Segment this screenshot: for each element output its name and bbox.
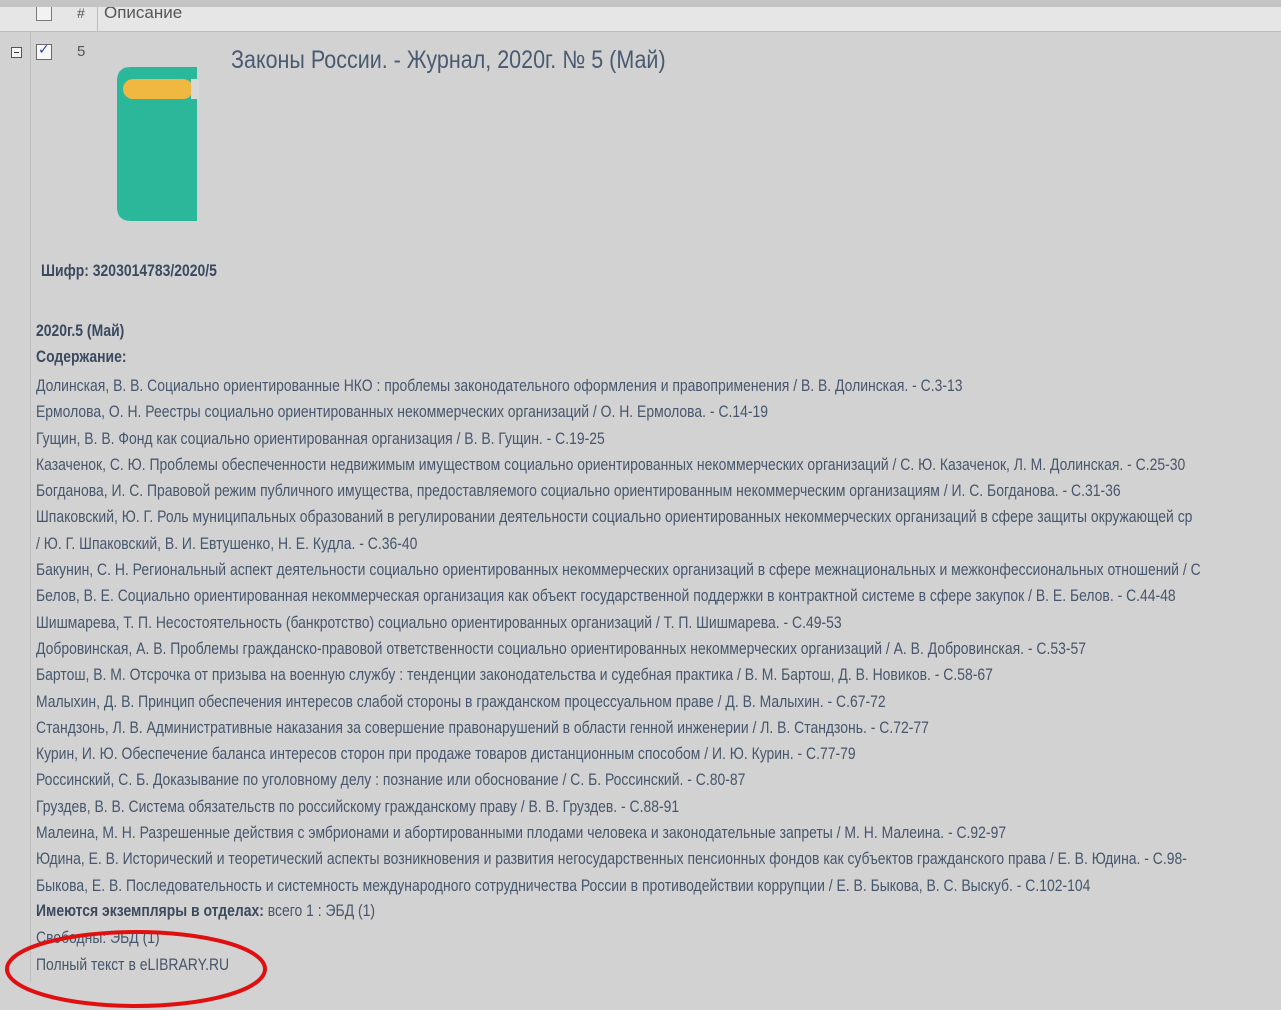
list-item: Курин, И. Ю. Обеспечение баланса интерес… (36, 744, 856, 764)
issue-label: 2020г.5 (Май) (36, 321, 125, 340)
table-header: # Описание (0, 7, 1281, 32)
contents-list: Долинская, В. В. Социально ориентированн… (36, 373, 1281, 899)
list-item: Шишмарева, Т. П. Несостоятельность (банк… (36, 612, 842, 632)
copies-value: всего 1 : ЭБД (1) (263, 901, 376, 920)
list-item: Добровинская, А. В. Проблемы гражданско-… (36, 638, 1086, 658)
list-item: Бакунин, С. Н. Региональный аспект деяте… (36, 560, 1201, 580)
list-item: Гущин, В. В. Фонд как социально ориентир… (36, 428, 605, 448)
record-number: 5 (77, 43, 86, 60)
select-all-checkbox[interactable] (36, 7, 52, 21)
list-item: Бартош, В. М. Отсрочка от призыва на вое… (36, 665, 993, 685)
list-item: Казаченок, С. Ю. Проблемы обеспеченности… (36, 454, 1186, 474)
record-title[interactable]: Законы России. - Журнал, 2020г. № 5 (Май… (231, 46, 666, 75)
availability-status: Свободны: ЭБД (1) (36, 928, 160, 947)
book-icon (117, 67, 199, 221)
copies-info: Имеются экземпляры в отделах: всего 1 : … (36, 901, 375, 921)
gutter-divider (30, 32, 31, 982)
list-item: / Ю. Г. Шпаковский, В. И. Евтушенко, Н. … (36, 533, 418, 553)
fulltext-link[interactable]: Полный текст в eLIBRARY.RU (36, 955, 229, 975)
column-header-number[interactable]: # (77, 7, 85, 21)
checkbox-checked-icon: ✓ (38, 41, 50, 57)
column-header-description[interactable]: Описание (104, 7, 182, 23)
list-item: Стандзонь, Л. В. Административные наказа… (36, 717, 929, 737)
list-item: Долинская, В. В. Социально ориентированн… (36, 376, 963, 395)
contents-heading: Содержание: (36, 347, 127, 366)
record-checkbox[interactable]: ✓ (36, 41, 52, 60)
list-item: Россинский, С. Б. Доказывание по уголовн… (36, 770, 746, 790)
collapse-minus-icon[interactable] (11, 47, 22, 58)
list-item: Богданова, И. С. Правовой режим публично… (36, 481, 1121, 501)
list-item: Груздев, В. В. Система обязательств по р… (36, 796, 680, 816)
copies-label: Имеются экземпляры в отделах: (36, 901, 264, 920)
column-divider (97, 7, 98, 31)
list-item: Быкова, Е. В. Последовательность и систе… (36, 875, 1091, 895)
list-item: Малыхин, Д. В. Принцип обеспечения интер… (36, 691, 886, 711)
top-strip (0, 0, 1281, 7)
list-item: Ермолова, О. Н. Реестры социально ориент… (36, 402, 769, 422)
list-item: Шпаковский, Ю. Г. Роль муниципальных обр… (36, 507, 1193, 527)
list-item: Малеина, М. Н. Разрешенные действия с эм… (36, 823, 1007, 843)
record-cipher: Шифр: 3203014783/2020/5 (41, 261, 217, 280)
list-item: Белов, В. Е. Социально ориентированная н… (36, 586, 1176, 606)
list-item: Юдина, Е. В. Исторический и теоретически… (36, 849, 1187, 869)
